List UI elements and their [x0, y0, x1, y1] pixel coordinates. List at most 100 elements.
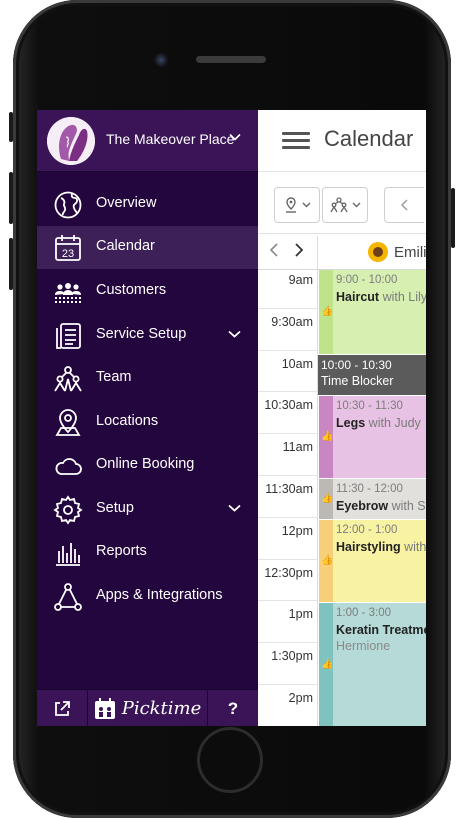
picktime-logo-icon: [94, 697, 115, 719]
appointment-service: Eyebrow with Ste: [336, 499, 426, 513]
appointment-time: 11:30 - 12:00: [336, 483, 403, 495]
sidebar-item-service-setup[interactable]: Service Setup: [37, 314, 258, 357]
appointment-card[interactable]: 👍 10:30 - 11:30 Legs with Judy: [319, 396, 426, 478]
staff-column-header[interactable]: Emili: [368, 242, 426, 262]
appointment-card[interactable]: 👍11:30 - 12:00 Eyebrow with Ste: [319, 479, 426, 519]
sidebar-item-locations[interactable]: Locations: [37, 401, 258, 444]
sidebar-item-label: Overview: [96, 195, 157, 211]
calendar-icon: 23: [55, 235, 81, 261]
globe-icon: [54, 191, 82, 219]
screen: Calendar Emili 9am 9:30am 10am 10:30am 1…: [37, 110, 426, 726]
time-gridline: [258, 558, 318, 560]
staff-name: Emili: [394, 243, 426, 261]
external-link-button[interactable]: [37, 690, 87, 726]
appointment-service: Hairstyling with: [336, 540, 426, 554]
chevron-down-icon[interactable]: [228, 330, 241, 338]
chevron-down-icon: [229, 133, 241, 141]
business-name: The Makeover Place: [106, 131, 235, 147]
appointment-customer: with Lily: [382, 290, 426, 304]
time-slot-label: 12pm: [281, 523, 313, 538]
appointment-card[interactable]: 👍 1:00 - 3:00 Keratin Treatmen Hermione: [319, 603, 426, 726]
location-filter-button[interactable]: [274, 187, 320, 223]
thumbs-up-icon: 👍: [321, 493, 334, 504]
sidebar-item-label: Service Setup: [96, 326, 187, 342]
appointment-time: 9:00 - 10:00: [336, 274, 398, 286]
appointment-service: Keratin Treatmen: [336, 623, 426, 637]
mute-switch: [9, 112, 13, 142]
time-slot-label: 11am: [282, 440, 313, 455]
business-logo: [47, 117, 95, 165]
menu-icon[interactable]: [282, 132, 310, 150]
time-gridline: [258, 433, 318, 435]
sidebar-item-apps-and-integrations[interactable]: Apps & Integrations: [37, 575, 258, 618]
time-blocker[interactable]: 10:00 - 10:30 Time Blocker: [318, 355, 426, 395]
sidebar-item-reports[interactable]: Reports: [37, 531, 258, 574]
sidebar-item-customers[interactable]: Customers: [37, 270, 258, 313]
location-pin-icon: [55, 409, 81, 436]
sidebar-item-label: Locations: [96, 413, 159, 429]
service-setup-icon: [56, 323, 81, 349]
front-camera: [154, 53, 168, 67]
sidebar-item-online-booking[interactable]: Online Booking: [37, 444, 258, 487]
sidebar-item-setup[interactable]: Setup: [37, 488, 258, 531]
customers-icon: [55, 283, 81, 303]
thumbs-up-icon: 👍: [321, 659, 334, 670]
appointment-time: 10:30 - 11:30: [336, 400, 403, 412]
integrations-icon: [54, 583, 82, 611]
time-slot-label: 9am: [288, 273, 313, 287]
chevron-left-icon: [400, 199, 407, 211]
location-pin-icon: [286, 197, 296, 213]
appointment-customer: with Judy: [368, 416, 421, 430]
time-slot-label: 1pm: [288, 607, 313, 622]
sidebar-item-label: Setup: [96, 500, 134, 516]
picktime-brand[interactable]: Picktime: [88, 690, 207, 726]
time-gridline: [258, 391, 318, 393]
business-switcher[interactable]: The Makeover Place: [37, 110, 258, 172]
sidebar-item-label: Reports: [96, 543, 147, 559]
appointment-customer: with Ste: [391, 499, 426, 513]
sidebar-item-calendar[interactable]: 23 Calendar: [37, 226, 258, 269]
cloud-icon: [55, 458, 82, 475]
appointment-time: 10:00 - 10:30: [321, 358, 392, 372]
appointment-card[interactable]: 👍 12:00 - 1:00 Hairstyling with: [319, 520, 426, 602]
thumbs-up-icon: 👍: [321, 431, 334, 442]
appointment-card[interactable]: 👍 9:00 - 10:00 Haircut with Lily: [319, 270, 426, 354]
prev-staff-icon[interactable]: [270, 243, 279, 257]
power-button: [451, 188, 455, 248]
time-slot-label: 11:30am: [265, 482, 313, 496]
sidebar-item-label: Apps & Integrations: [96, 587, 223, 603]
staff-row: Emili: [258, 236, 426, 270]
team-icon: [330, 197, 348, 213]
sidebar-item-team[interactable]: Team: [37, 357, 258, 400]
sidebar-footer: Picktime ?: [37, 689, 258, 726]
time-gridline: [258, 600, 318, 602]
staff-avatar: [368, 242, 388, 262]
sidebar-item-label: Team: [96, 369, 132, 385]
team-filter-button[interactable]: [322, 187, 368, 223]
prev-date-button[interactable]: [384, 187, 424, 223]
sidebar-item-overview[interactable]: Overview: [37, 183, 258, 226]
help-button[interactable]: ?: [208, 690, 258, 726]
external-link-icon: [55, 700, 70, 716]
chevron-down-icon: [352, 202, 361, 208]
time-gridline: [258, 349, 318, 351]
appointment-customer: with: [404, 540, 426, 554]
next-staff-icon[interactable]: [294, 243, 303, 257]
time-slot-label: 9:30am: [271, 314, 313, 329]
volume-up-button: [9, 172, 13, 224]
time-gridline: [258, 642, 318, 644]
gear-icon: [53, 495, 83, 525]
volume-down-button: [9, 238, 13, 290]
earpiece-speaker: [196, 56, 266, 63]
appointment-customer: Hermione: [336, 639, 391, 653]
appointment-service: Time Blocker: [321, 374, 394, 388]
time-gridline: [258, 684, 318, 685]
calendar-filters: [258, 172, 426, 234]
chevron-down-icon[interactable]: [228, 504, 241, 512]
chevron-down-icon: [302, 202, 311, 208]
time-slot-label: 10am: [281, 356, 313, 371]
calendar-header: Calendar: [258, 110, 426, 172]
bar-chart-icon: [56, 543, 80, 566]
home-button[interactable]: [197, 727, 263, 793]
calendar-icon-day: 23: [62, 248, 74, 260]
